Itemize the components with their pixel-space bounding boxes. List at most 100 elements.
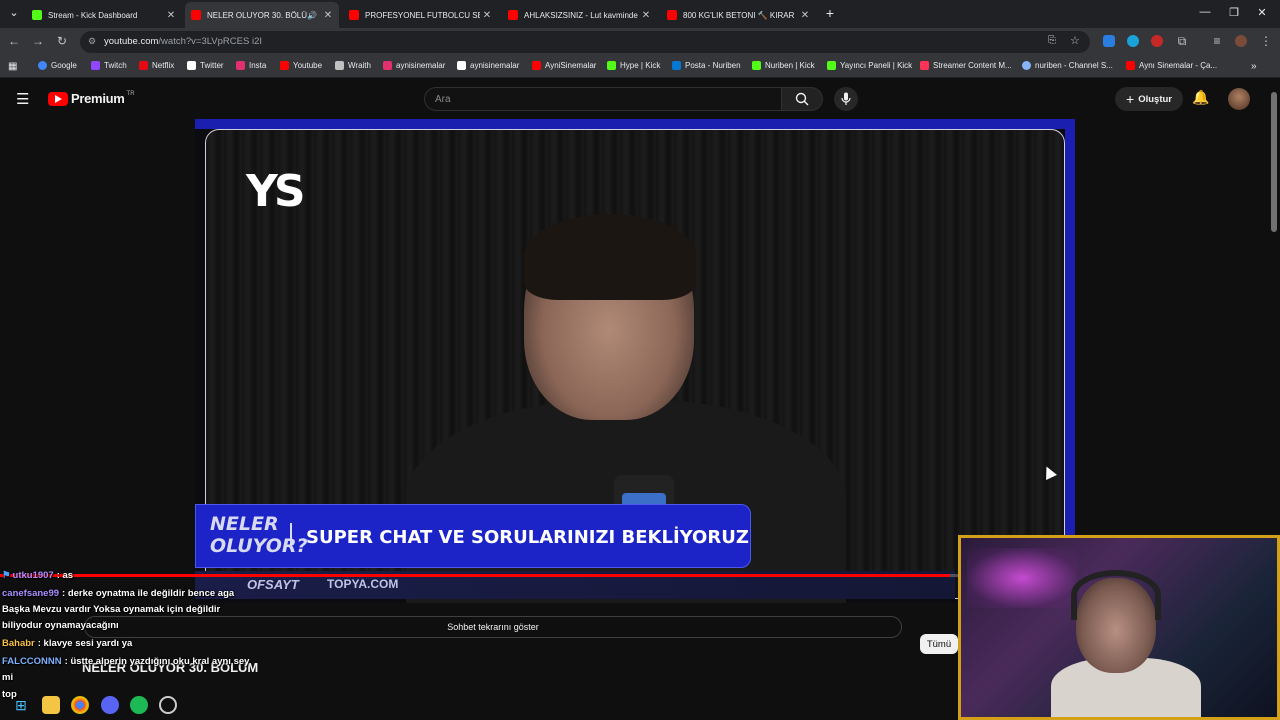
bookmark-aynisinemalar-twitter[interactable]: aynisinemalar xyxy=(457,61,519,70)
obs-icon[interactable] xyxy=(159,696,177,714)
reload-icon[interactable]: ↻ xyxy=(54,34,70,48)
create-button[interactable]: + Oluştur xyxy=(1115,87,1183,111)
address-bar[interactable]: ⚙ youtube.com/watch?v=3LVpRCES i2I ⎘ ☆ xyxy=(80,31,1090,53)
close-icon[interactable]: ✕ xyxy=(164,10,178,21)
menu-icon[interactable]: ⋮ xyxy=(1258,34,1274,48)
tab-title: PROFESYONEL FUTBOLCU SEN xyxy=(365,10,480,20)
browser-tab[interactable]: PROFESYONEL FUTBOLCU SEN ✕ xyxy=(343,2,498,28)
page-scrollbar[interactable] xyxy=(1270,80,1278,535)
install-icon[interactable]: ⎘ xyxy=(1048,35,1056,46)
plus-icon: + xyxy=(1126,91,1135,107)
search-box[interactable] xyxy=(424,87,782,111)
chat-message: ⚑ utku1907: as xyxy=(2,570,74,581)
close-icon[interactable]: ✕ xyxy=(798,10,812,21)
logo-region: TR xyxy=(126,90,135,97)
bell-icon[interactable]: 🔔 xyxy=(1192,89,1209,106)
close-window-icon[interactable]: ✕ xyxy=(1252,6,1272,19)
extension-icon[interactable] xyxy=(1127,35,1139,47)
minimize-icon[interactable]: — xyxy=(1195,6,1215,18)
bookmark-nuriben-kick[interactable]: Nuriben | Kick xyxy=(752,61,815,70)
voice-search-button[interactable] xyxy=(834,87,858,111)
account-avatar[interactable] xyxy=(1228,88,1250,110)
tab-title: Stream - Kick Dashboard xyxy=(48,10,138,20)
bookmark-streamer-content[interactable]: Streamer Content M... xyxy=(920,61,1012,70)
youtube-header: ☰ Premium TR + Oluştur 🔔 xyxy=(0,79,1280,119)
sponsor-topya: TOPYA.COM xyxy=(327,577,399,591)
bookmark-yayinci-paneli[interactable]: Yayıncı Paneli | Kick xyxy=(827,61,912,70)
restore-icon[interactable]: ❐ xyxy=(1224,6,1244,19)
back-icon[interactable]: ← xyxy=(6,34,22,48)
profile-avatar[interactable] xyxy=(1235,35,1247,47)
close-icon[interactable]: ✕ xyxy=(639,10,653,21)
extension-icon[interactable] xyxy=(1151,35,1163,47)
bookmark-hype-kick[interactable]: Hype | Kick xyxy=(607,61,660,70)
extension-shield-icon[interactable] xyxy=(1103,35,1115,47)
windows-start-icon[interactable]: ⊞ xyxy=(12,696,30,714)
bookmark-twitch[interactable]: Twitch xyxy=(91,61,127,70)
forward-icon[interactable]: → xyxy=(30,34,46,48)
bookmark-ayni-sinemalar[interactable]: Aynı Sinemalar - Ça... xyxy=(1126,61,1217,70)
youtube-premium-logo[interactable]: Premium TR xyxy=(48,91,135,106)
video-player[interactable]: YS NELER OLUYOR? SUPER CHAT VE SORULARIN… xyxy=(195,119,1075,603)
chat-message: FALCCONNN: üstte alperin yazdığını oku k… xyxy=(2,656,250,667)
kick-icon xyxy=(32,10,42,20)
tab-search-icon[interactable]: ⌄ xyxy=(4,6,24,19)
stream-chat-overlay: ⚑ utku1907: as canefsane99: derke oynatma… xyxy=(0,568,330,708)
neon-light xyxy=(967,548,1077,608)
filter-chip-all[interactable]: Tümü xyxy=(920,634,958,654)
video-border-right xyxy=(1065,119,1075,603)
chat-message: Bahabr: klavye sesi yardı ya xyxy=(2,638,133,649)
bookmark-posta[interactable]: Posta - Nuriben xyxy=(672,61,741,70)
bookmark-google[interactable]: Google xyxy=(38,61,77,70)
chat-message: biliyodur oynamayacağını xyxy=(2,620,119,631)
close-icon[interactable]: ✕ xyxy=(321,10,335,21)
logo-text: Premium xyxy=(71,91,125,106)
browser-tab[interactable]: AHLAKSIZSINIZ - Lut kavminde ✕ xyxy=(502,2,657,28)
search-input[interactable] xyxy=(435,92,765,106)
spotify-icon[interactable] xyxy=(130,696,148,714)
apps-icon[interactable]: ▦ xyxy=(8,61,17,72)
bookmark-aynisinemalar-insta[interactable]: aynisinemalar xyxy=(383,61,445,70)
more-bookmarks-icon[interactable]: » xyxy=(1251,61,1257,72)
lower-third-banner: NELER OLUYOR? SUPER CHAT VE SORULARINIZI… xyxy=(195,504,751,568)
bookmark-netflix[interactable]: Netflix xyxy=(139,61,174,70)
browser-tab[interactable]: 800 KG'LIK BETONI 🔨 KIRAR ✕ xyxy=(661,2,816,28)
bookmark-youtube[interactable]: Youtube xyxy=(280,61,322,70)
streamer-webcam xyxy=(958,535,1280,720)
banner-divider xyxy=(290,523,292,549)
site-info-icon[interactable]: ⚙ xyxy=(88,36,96,47)
tab-title: AHLAKSIZSINIZ - Lut kavminde xyxy=(524,10,638,20)
chat-message: mi xyxy=(2,672,14,683)
host-hair xyxy=(524,214,696,300)
chat-message: Başka Mevzu vardır Yoksa oynamak için de… xyxy=(2,604,221,615)
scrollbar-thumb[interactable] xyxy=(1271,92,1277,232)
browser-tab-active[interactable]: NELER OLUYOR 30. BÖLÜM 🔊 ✕ xyxy=(185,2,339,28)
speaker-icon[interactable]: 🔊 xyxy=(307,11,317,20)
browser-tab[interactable]: Stream - Kick Dashboard ✕ xyxy=(26,2,182,28)
bookmark-twitter[interactable]: Twitter xyxy=(187,61,224,70)
chrome-icon[interactable] xyxy=(71,696,89,714)
puzzle-icon[interactable]: ⧉ xyxy=(1174,34,1190,49)
tab-title: NELER OLUYOR 30. BÖLÜM xyxy=(207,10,308,20)
badge-icon: ⚑ xyxy=(2,570,11,581)
bookmark-wraith[interactable]: Wraith xyxy=(335,61,371,70)
close-icon[interactable]: ✕ xyxy=(480,10,494,21)
banner-message: SUPER CHAT VE SORULARINIZI BEKLİYORUZ xyxy=(306,527,749,548)
url-text: youtube.com/watch?v=3LVpRCES i2I xyxy=(104,36,262,47)
star-icon[interactable]: ☆ xyxy=(1070,34,1080,47)
video-border-top xyxy=(195,119,1075,129)
bookmark-aynisinemalar-youtube[interactable]: AyniSinemalar xyxy=(532,61,596,70)
search-icon xyxy=(795,92,809,106)
youtube-logo-icon xyxy=(48,91,68,106)
tab-title: 800 KG'LIK BETONI 🔨 KIRAR xyxy=(683,10,795,20)
discord-icon[interactable] xyxy=(101,696,119,714)
hamburger-menu-icon[interactable]: ☰ xyxy=(16,90,29,108)
youtube-icon xyxy=(349,10,359,20)
bookmark-insta[interactable]: Insta xyxy=(236,61,266,70)
microphone-icon xyxy=(841,92,851,105)
bookmark-nuriben-channel[interactable]: nuriben - Channel S... xyxy=(1022,61,1113,70)
new-tab-button[interactable]: + xyxy=(820,5,840,21)
search-button[interactable] xyxy=(781,87,823,111)
tab-search-icon[interactable]: ≡ xyxy=(1209,34,1225,48)
file-explorer-icon[interactable] xyxy=(42,696,60,714)
